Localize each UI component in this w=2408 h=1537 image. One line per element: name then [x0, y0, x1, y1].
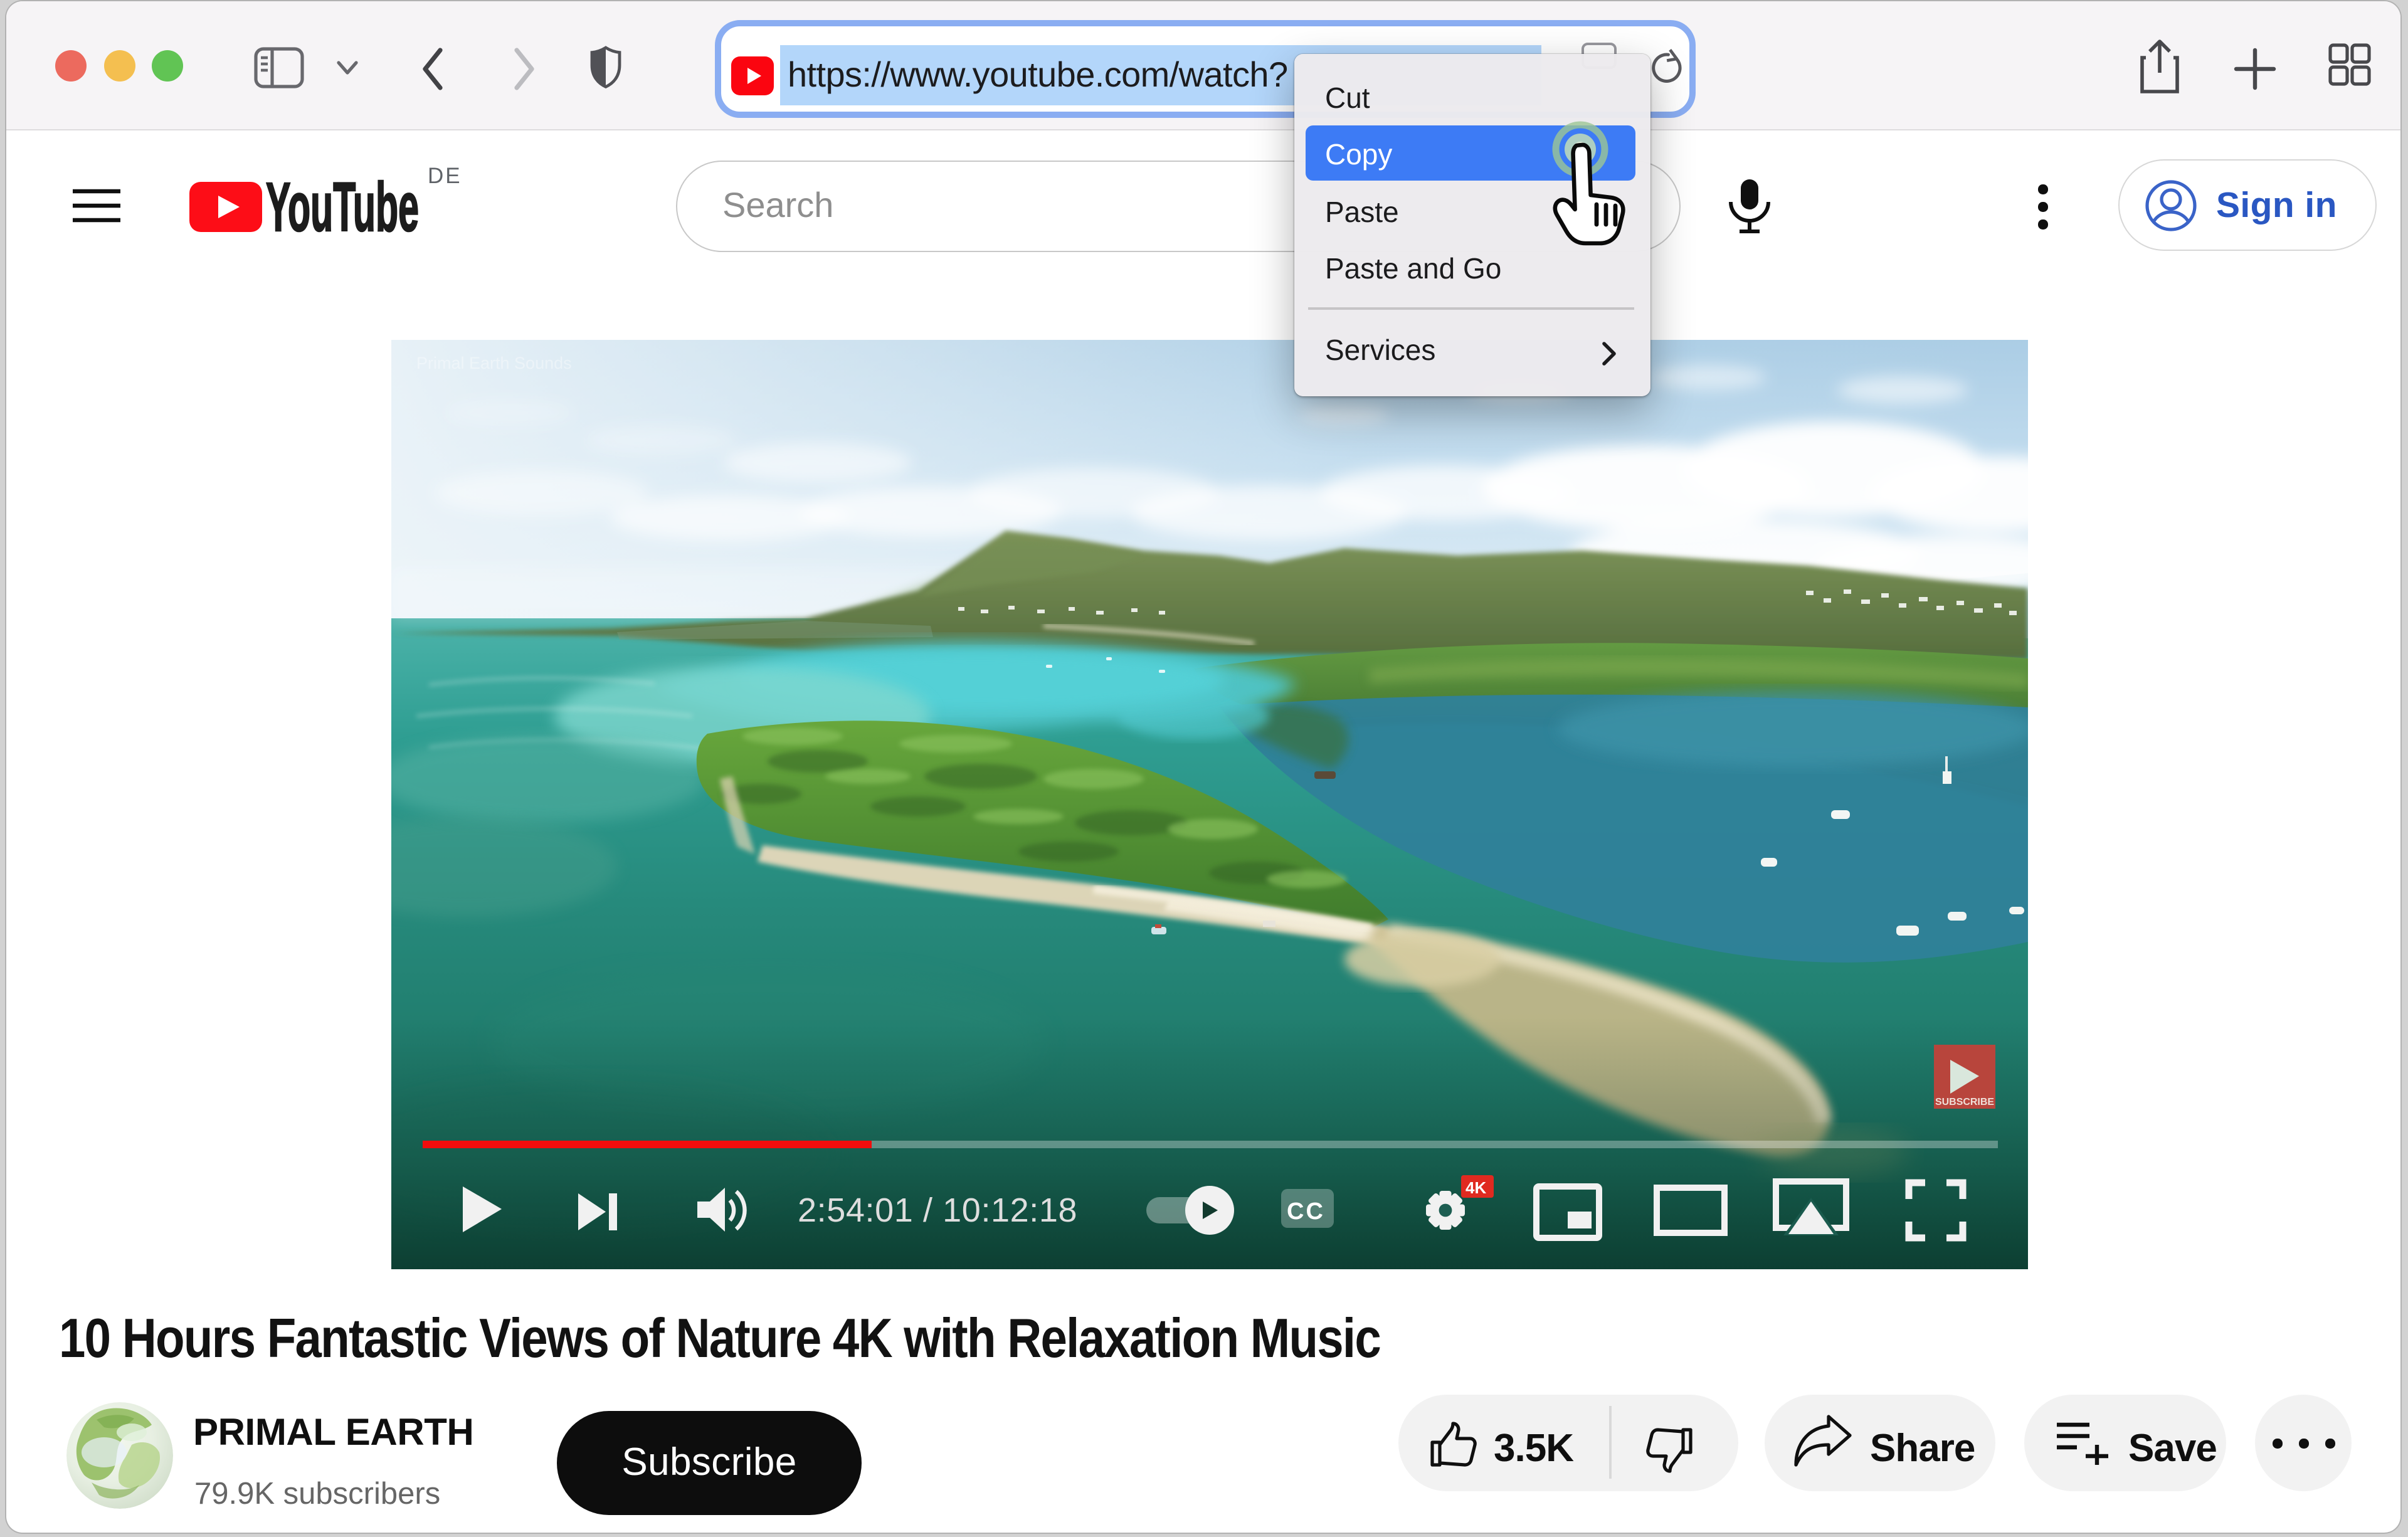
- svg-text:SUBSCRIBE: SUBSCRIBE: [1935, 1097, 1994, 1107]
- svg-text:2:54:01 / 10:12:18: 2:54:01 / 10:12:18: [798, 1191, 1077, 1229]
- svg-text:4K: 4K: [1465, 1178, 1486, 1197]
- svg-text:YouTube: YouTube: [266, 178, 419, 236]
- svg-text:CC: CC: [1287, 1198, 1325, 1225]
- svg-text:Primal Earth Sounds: Primal Earth Sounds: [416, 354, 572, 372]
